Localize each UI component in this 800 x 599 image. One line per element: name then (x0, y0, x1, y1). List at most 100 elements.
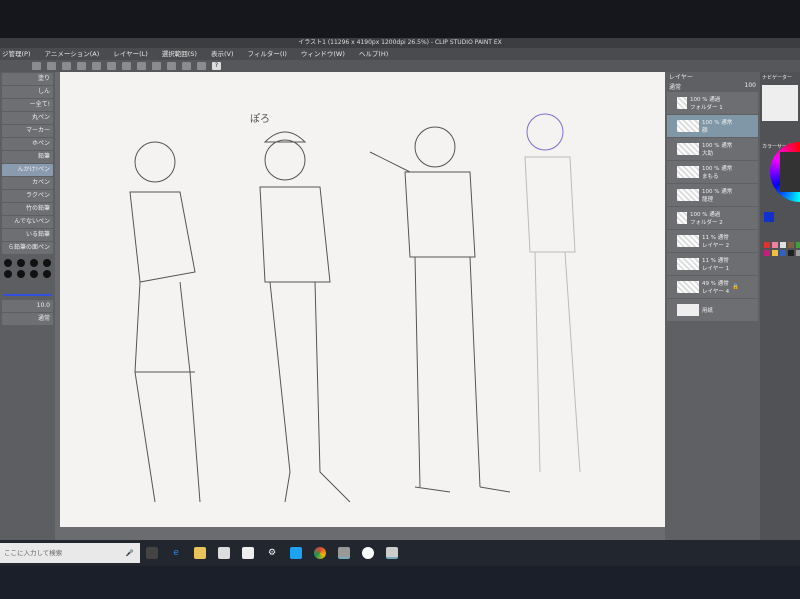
layer-folder[interactable]: 100 % 通過 フォルダー 1 (667, 92, 758, 114)
layer-row[interactable]: 100 % 通常 龍理 (667, 184, 758, 206)
microphone-icon[interactable]: 🎤 (126, 543, 134, 563)
canvas-area: ぽろ (55, 72, 700, 542)
save-icon[interactable] (77, 62, 86, 70)
subtool-item[interactable]: ー全て! (2, 99, 53, 111)
swatch[interactable] (788, 242, 794, 248)
new-file-icon[interactable] (47, 62, 56, 70)
brush-size-dot[interactable] (4, 270, 12, 278)
file-explorer-icon[interactable] (194, 547, 206, 559)
swatch[interactable] (764, 250, 770, 256)
taskbar-search[interactable]: ここに入力して検索 🎤 (0, 543, 140, 563)
brush-size-dot[interactable] (30, 270, 38, 278)
menu-item[interactable]: ウィンドウ(W) (301, 48, 345, 60)
store-icon[interactable] (218, 547, 230, 559)
app-icon[interactable] (338, 547, 350, 559)
chrome-icon[interactable] (314, 547, 326, 559)
layer-tab[interactable]: レイヤー (665, 72, 760, 82)
open-file-icon[interactable] (62, 62, 71, 70)
brush-size-dot[interactable] (17, 259, 25, 267)
layer-row[interactable]: 49 % 通常 レイヤー 4 🔒 (667, 276, 758, 298)
navigator-tab[interactable]: ナビゲーター (760, 72, 800, 83)
layer-folder[interactable]: 100 % 通過 フォルダー 2 (667, 207, 758, 229)
sketch-figure-2 (259, 131, 351, 503)
clear-icon[interactable] (122, 62, 131, 70)
brush-size-field[interactable]: 10.0 (2, 300, 53, 312)
layer-thumbnail (677, 235, 699, 247)
swatch[interactable] (796, 250, 800, 256)
swatch[interactable] (788, 250, 794, 256)
clip-studio-icon[interactable] (386, 547, 398, 559)
redo-icon[interactable] (107, 62, 116, 70)
swatch[interactable] (796, 242, 800, 248)
folder-icon (677, 212, 687, 224)
clip-studio-icon[interactable] (32, 62, 41, 70)
menu-item[interactable]: レイヤー(L) (113, 48, 148, 60)
edge-icon[interactable]: e (170, 547, 182, 559)
menu-item[interactable]: アニメーション(A) (45, 48, 100, 60)
layer-row[interactable]: 用紙 (667, 299, 758, 321)
lock-icon[interactable]: 🔒 (732, 284, 739, 290)
swatch[interactable] (772, 250, 778, 256)
primary-color-swatch[interactable] (764, 212, 774, 222)
tool-item[interactable]: しん (2, 86, 53, 98)
settings-icon[interactable]: ⚙ (266, 547, 278, 559)
transform-icon[interactable] (152, 62, 161, 70)
snap-ruler-icon[interactable] (182, 62, 191, 70)
subtool-item[interactable]: カペン (2, 177, 53, 189)
layer-row[interactable]: 11 % 通常 レイヤー 1 (667, 253, 758, 275)
menu-item[interactable]: ヘルプ(H) (359, 48, 388, 60)
undo-icon[interactable] (92, 62, 101, 70)
layer-row[interactable]: 100 % 通常 大助 (667, 138, 758, 160)
layer-thumbnail (677, 189, 699, 201)
menu-item[interactable]: 表示(V) (211, 48, 234, 60)
brush-size-dot[interactable] (17, 270, 25, 278)
layer-row[interactable]: 100 % 通常 まもる (667, 161, 758, 183)
folder-icon (677, 97, 687, 109)
subtool-item[interactable]: ホペン (2, 138, 53, 150)
layer-name: フォルダー 2 (690, 220, 723, 226)
subtool-item[interactable]: 丸ペン (2, 112, 53, 124)
menu-item[interactable]: 選択範囲(S) (162, 48, 197, 60)
tool-item[interactable]: 塗り (2, 73, 53, 85)
subtool-item[interactable]: ラクペン (2, 190, 53, 202)
subtool-item[interactable]: 鉛筆 (2, 151, 53, 163)
layer-opacity[interactable]: 100 (745, 82, 756, 91)
help-button[interactable]: ? (212, 62, 221, 70)
subtool-item[interactable]: 竹の鉛筆 (2, 203, 53, 215)
layer-name: まもる (702, 174, 719, 180)
brush-size-dot[interactable] (43, 259, 51, 267)
subtool-item[interactable]: マーカー (2, 125, 53, 137)
search-placeholder: ここに入力して検索 (4, 549, 63, 557)
mail-icon[interactable] (242, 547, 254, 559)
window-title: イラスト1 (11296 x 4190px 1200dpi 26.5%) - C… (0, 38, 800, 48)
subtool-item[interactable]: いる鉛筆 (2, 229, 53, 241)
task-view-icon[interactable] (146, 547, 158, 559)
app-icon[interactable] (362, 547, 374, 559)
menu-item[interactable]: フィルター(I) (248, 48, 287, 60)
swatch[interactable] (764, 242, 770, 248)
swatch[interactable] (772, 242, 778, 248)
layer-row[interactable]: 11 % 通常 レイヤー 2 (667, 230, 758, 252)
brush-size-dot[interactable] (4, 259, 12, 267)
snap-grid-icon[interactable] (197, 62, 206, 70)
subtool-item[interactable]: ら鉛筆の面ペン (2, 242, 53, 254)
layer-thumbnail (677, 143, 699, 155)
subtool-item[interactable]: んかけ!ペン (2, 164, 53, 176)
brush-stroke-preview (4, 286, 51, 296)
snap-icon[interactable] (167, 62, 176, 70)
layer-thumbnail (677, 258, 699, 270)
navigator-preview (762, 85, 798, 121)
brush-size-dot[interactable] (30, 259, 38, 267)
subtool-item[interactable]: んでないペン (2, 216, 53, 228)
fill-icon[interactable] (137, 62, 146, 70)
layer-row[interactable]: 100 % 通常顔 (667, 115, 758, 137)
swatch[interactable] (780, 242, 786, 248)
layer-blend-mode[interactable]: 通常 (669, 82, 681, 91)
color-panel: ナビゲーター カラーサークル (760, 72, 800, 542)
menu-item[interactable]: ジ管理(P) (2, 48, 31, 60)
swatch[interactable] (780, 250, 786, 256)
drawing-canvas[interactable]: ぽろ (60, 72, 700, 527)
brush-size-dot[interactable] (43, 270, 51, 278)
twitter-icon[interactable] (290, 547, 302, 559)
blend-mode-select[interactable]: 通常 (2, 313, 53, 325)
